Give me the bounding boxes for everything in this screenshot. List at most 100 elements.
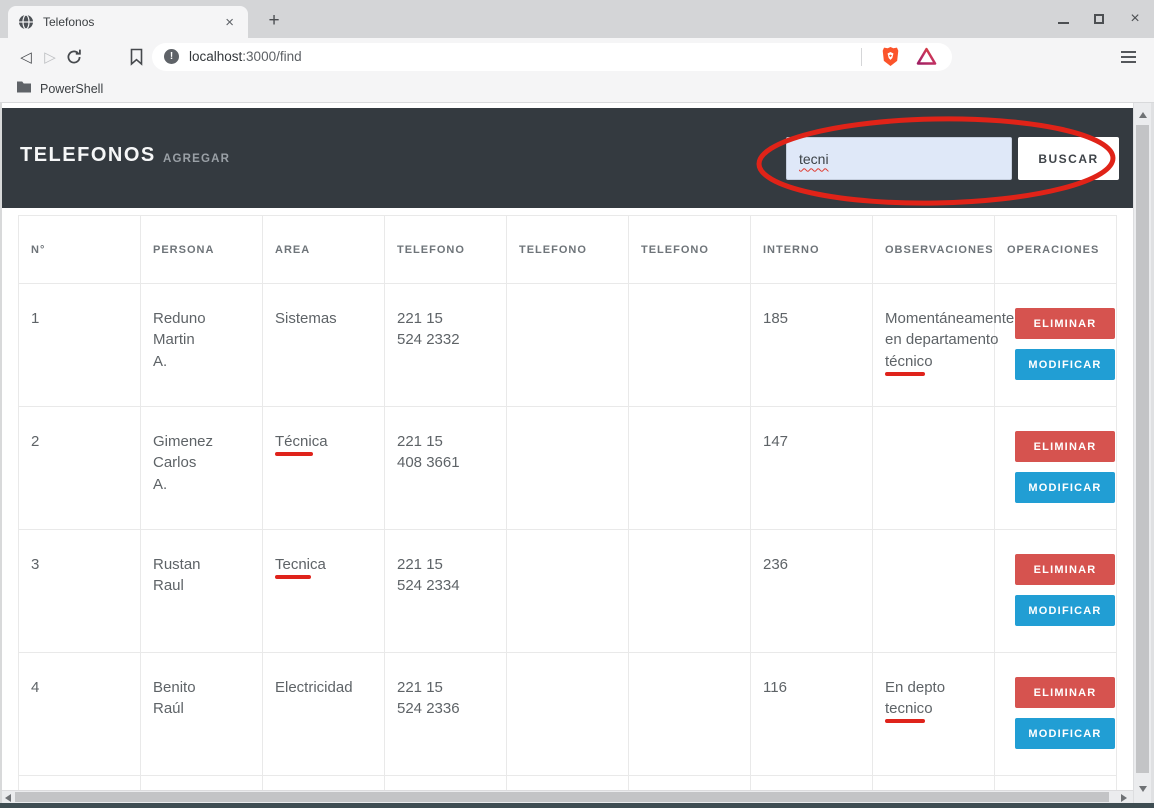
horizontal-scrollbar-thumb[interactable] xyxy=(15,792,1109,802)
cell-interno: 147 xyxy=(751,407,873,530)
brave-shield-icon[interactable] xyxy=(879,46,901,68)
back-icon[interactable]: ◁ xyxy=(14,48,38,66)
cell-empty xyxy=(995,776,1117,790)
browser-toolbar: ◁ ▷ ! localhost:3000/find xyxy=(0,38,1154,75)
column-header: INTERNO xyxy=(751,216,873,284)
column-header: N° xyxy=(19,216,141,284)
annotation-underline: Técni xyxy=(275,433,312,450)
close-button[interactable]: × xyxy=(1126,10,1144,28)
cell-telefono-1: 221 15 524 2336 xyxy=(385,653,507,776)
column-header: TELEFONO xyxy=(629,216,751,284)
minimize-icon xyxy=(1058,22,1069,24)
menu-icon[interactable] xyxy=(1121,51,1136,63)
buscar-button[interactable]: BUSCAR xyxy=(1018,137,1119,180)
horizontal-scrollbar[interactable] xyxy=(2,790,1133,803)
modificar-button[interactable]: MODIFICAR xyxy=(1015,718,1115,749)
page-content: TELEFONOS AGREGAR tecni BUSCAR N°PERSONA… xyxy=(2,103,1133,790)
cell-area: Electricidad xyxy=(263,653,385,776)
cell-telefono-1: 221 15 524 2334 xyxy=(385,530,507,653)
cell-interno: 236 xyxy=(751,530,873,653)
close-icon: × xyxy=(1130,11,1139,27)
divider xyxy=(861,48,862,66)
cell-telefono-2 xyxy=(507,530,629,653)
cell-area: Técnica xyxy=(263,407,385,530)
bookmark-item[interactable]: PowerShell xyxy=(40,82,103,96)
maximize-icon xyxy=(1094,14,1104,24)
bookmarks-bar: PowerShell xyxy=(0,75,1154,103)
column-header: OBSERVACIONES xyxy=(873,216,995,284)
cell-area: Tecnica xyxy=(263,530,385,653)
folder-icon xyxy=(16,80,32,98)
scroll-right-icon[interactable] xyxy=(1121,794,1127,802)
modificar-button[interactable]: MODIFICAR xyxy=(1015,472,1115,503)
cell-persona: Rustan Raul xyxy=(141,530,263,653)
vertical-scrollbar-thumb[interactable] xyxy=(1136,125,1149,773)
column-header: PERSONA xyxy=(141,216,263,284)
annotation-underline: técnic xyxy=(885,353,924,370)
column-header: OPERACIONES xyxy=(995,216,1117,284)
app-navbar: TELEFONOS AGREGAR tecni BUSCAR xyxy=(2,108,1133,208)
url-host: localhost xyxy=(189,49,242,64)
tab-title: Telefonos xyxy=(43,15,221,29)
vertical-scrollbar[interactable] xyxy=(1133,103,1151,803)
table-row: 1Reduno Martin A.Sistemas221 15 524 2332… xyxy=(19,284,1117,407)
cell-telefono-3 xyxy=(629,530,751,653)
cell-area: Sistemas xyxy=(263,284,385,407)
cell-telefono-1: 221 15 408 3661 xyxy=(385,407,507,530)
cell-n: 1 xyxy=(19,284,141,407)
tab-close-icon[interactable]: × xyxy=(221,14,238,31)
scroll-up-icon[interactable] xyxy=(1139,112,1147,118)
new-tab-button[interactable]: + xyxy=(262,9,286,33)
window-controls: × xyxy=(1054,0,1144,38)
cell-operaciones: ELIMINAR MODIFICAR xyxy=(995,653,1117,776)
globe-favicon-icon xyxy=(18,14,34,30)
phones-table: N°PERSONAAREATELEFONOTELEFONOTELEFONOINT… xyxy=(18,215,1117,790)
cell-n: 2 xyxy=(19,407,141,530)
scroll-left-icon[interactable] xyxy=(5,794,11,802)
browser-tab[interactable]: Telefonos × xyxy=(8,6,248,38)
reload-icon[interactable] xyxy=(62,48,86,66)
scroll-down-icon[interactable] xyxy=(1139,786,1147,792)
cell-empty xyxy=(873,776,995,790)
maximize-button[interactable] xyxy=(1090,10,1108,28)
table-row: 3Rustan RaulTecnica221 15 524 2334 236 ELI… xyxy=(19,530,1117,653)
search-input-value: tecni xyxy=(799,151,829,167)
bat-rewards-icon[interactable] xyxy=(915,46,937,68)
cell-telefono-3 xyxy=(629,653,751,776)
modificar-button[interactable]: MODIFICAR xyxy=(1015,595,1115,626)
agregar-link[interactable]: AGREGAR xyxy=(163,153,230,165)
eliminar-button[interactable]: ELIMINAR xyxy=(1015,677,1115,708)
column-header: TELEFONO xyxy=(507,216,629,284)
bookmark-icon[interactable] xyxy=(124,48,148,66)
eliminar-button[interactable]: ELIMINAR xyxy=(1015,308,1115,339)
address-bar[interactable]: ! localhost:3000/find xyxy=(152,43,952,71)
cell-empty xyxy=(263,776,385,790)
annotation-underline: Tecni xyxy=(275,556,310,573)
url-path: :3000/find xyxy=(242,49,301,64)
cell-n: 4 xyxy=(19,653,141,776)
cell-telefono-2 xyxy=(507,284,629,407)
cell-n: 3 xyxy=(19,530,141,653)
search-input[interactable]: tecni xyxy=(786,137,1012,180)
minimize-button[interactable] xyxy=(1054,10,1072,28)
cell-interno: 185 xyxy=(751,284,873,407)
cell-operaciones: ELIMINAR MODIFICAR xyxy=(995,407,1117,530)
cell-observaciones xyxy=(873,530,995,653)
eliminar-button[interactable]: ELIMINAR xyxy=(1015,431,1115,462)
cell-persona: Benito Raúl xyxy=(141,653,263,776)
table-header-row: N°PERSONAAREATELEFONOTELEFONOTELEFONOINT… xyxy=(19,216,1117,284)
eliminar-button[interactable]: ELIMINAR xyxy=(1015,554,1115,585)
cell-interno: 116 xyxy=(751,653,873,776)
cell-empty xyxy=(507,776,629,790)
table-row: 2Gimenez Carlos A.Técnica221 15 408 3661… xyxy=(19,407,1117,530)
table-row: 4Benito RaúlElectricidad221 15 524 2336 1… xyxy=(19,653,1117,776)
site-info-icon[interactable]: ! xyxy=(164,49,179,64)
app-brand[interactable]: TELEFONOS xyxy=(20,144,156,167)
window-frame-bottom xyxy=(0,803,1154,808)
column-header: TELEFONO xyxy=(385,216,507,284)
cell-empty xyxy=(751,776,873,790)
table-row xyxy=(19,776,1117,790)
cell-persona: Gimenez Carlos A. xyxy=(141,407,263,530)
modificar-button[interactable]: MODIFICAR xyxy=(1015,349,1115,380)
cell-telefono-2 xyxy=(507,653,629,776)
